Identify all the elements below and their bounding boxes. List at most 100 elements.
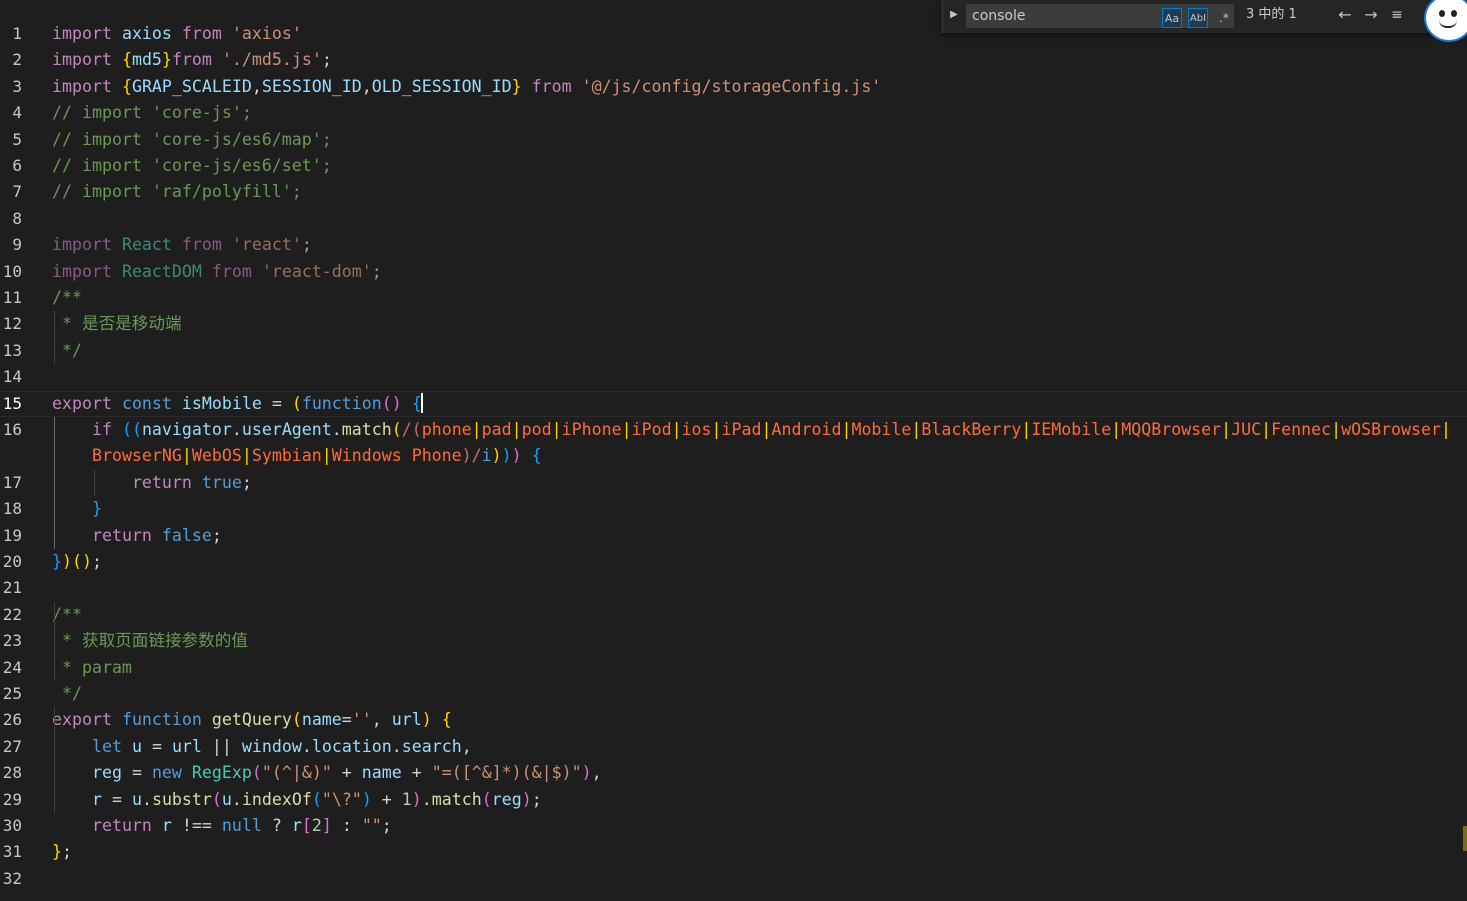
code-text[interactable]: // import 'raf/polyfill'; [52,179,302,205]
code-text[interactable]: * param [52,655,132,681]
code-text[interactable]: /** [52,602,82,628]
code-line[interactable]: 27 let u = url || window.location.search… [0,734,1467,760]
code-text[interactable]: import React from 'react'; [52,232,312,258]
code-line[interactable]: 18 } [0,496,1467,522]
code-line[interactable]: BrowserNG|WebOS|Symbian|Windows Phone)/i… [0,443,1467,469]
line-number[interactable]: 3 [0,74,22,100]
code-line[interactable]: 15 export const isMobile = (function() { [0,391,1467,417]
line-number[interactable]: 7 [0,179,22,205]
code-line[interactable]: 16 if ((navigator.userAgent.match(/(phon… [0,417,1467,443]
code-text[interactable]: if ((navigator.userAgent.match(/(phone|p… [52,417,1451,443]
code-line[interactable]: 14 [0,364,1467,390]
arrow-up-icon[interactable]: ← [1334,4,1356,26]
code-line[interactable]: 3 import {GRAP_SCALEID,SESSION_ID,OLD_SES… [0,74,1467,100]
line-number[interactable]: 20 [0,549,22,575]
code-text[interactable]: } [52,496,102,522]
code-text[interactable]: */ [52,681,82,707]
code-line[interactable]: 9 import React from 'react'; [0,232,1467,258]
code-line[interactable]: 22 /** [0,602,1467,628]
line-number[interactable]: 14 [0,364,22,390]
line-number[interactable]: 16 [0,417,22,443]
line-number[interactable]: 21 [0,575,22,601]
arrow-down-icon[interactable]: → [1360,4,1382,26]
code-text[interactable]: return false; [52,523,222,549]
find-input-value[interactable]: console [972,4,1026,28]
code-line[interactable]: 29 r = u.substr(u.indexOf("\?") + 1).mat… [0,787,1467,813]
line-number[interactable]: 18 [0,496,22,522]
code-text[interactable]: BrowserNG|WebOS|Symbian|Windows Phone)/i… [52,443,542,469]
code-line[interactable]: 5 // import 'core-js/es6/map'; [0,127,1467,153]
code-line[interactable]: 6 // import 'core-js/es6/set'; [0,153,1467,179]
line-number[interactable]: 24 [0,655,22,681]
toggle-replace-chevron-icon[interactable]: ▶ [948,6,960,24]
code-text[interactable]: // import 'core-js/es6/map'; [52,127,332,153]
code-text[interactable]: */ [52,338,82,364]
code-text[interactable]: })(); [52,549,102,575]
code-line[interactable]: 17 return true; [0,470,1467,496]
line-number[interactable]: 31 [0,839,22,865]
code-text[interactable]: export function getQuery(name='', url) { [52,707,452,733]
line-number[interactable]: 30 [0,813,22,839]
line-number[interactable]: 32 [0,866,22,892]
line-number[interactable]: 9 [0,232,22,258]
line-number[interactable]: 26 [0,707,22,733]
code-text[interactable]: r = u.substr(u.indexOf("\?") + 1).match(… [52,787,542,813]
line-number[interactable]: 27 [0,734,22,760]
code-line[interactable]: 31}; [0,839,1467,865]
line-number[interactable]: 2 [0,47,22,73]
code-line[interactable]: 2 import {md5}from './md5.js'; [0,47,1467,73]
code-line[interactable]: 4 // import 'core-js'; [0,100,1467,126]
code-line[interactable]: 21 [0,575,1467,601]
code-line[interactable]: 19 return false; [0,523,1467,549]
line-number[interactable]: 22 [0,602,22,628]
line-number[interactable]: 10 [0,259,22,285]
code-text[interactable]: let u = url || window.location.search, [52,734,472,760]
code-line[interactable]: 20 })(); [0,549,1467,575]
line-number[interactable]: 12 [0,311,22,337]
code-text[interactable]: return r !== null ? r[2] : ""; [52,813,392,839]
code-line[interactable]: 8 [0,206,1467,232]
line-number[interactable]: 13 [0,338,22,364]
regex-toggle[interactable]: .* [1214,8,1234,28]
line-number[interactable]: 1 [0,21,22,47]
code-line[interactable]: 10 import ReactDOM from 'react-dom'; [0,259,1467,285]
code-text[interactable]: // import 'core-js/es6/set'; [52,153,332,179]
code-text[interactable]: * 获取页面链接参数的值 [52,628,248,654]
code-line[interactable]: 23 * 获取页面链接参数的值 [0,628,1467,654]
code-line[interactable]: 28 reg = new RegExp("(^|&)" + name + "=(… [0,760,1467,786]
line-number[interactable]: 4 [0,100,22,126]
line-number[interactable]: 17 [0,470,22,496]
line-number[interactable]: 19 [0,523,22,549]
code-line[interactable]: 12 * 是否是移动端 [0,311,1467,337]
code-text[interactable]: }; [52,839,72,865]
scrollbar-search-marker[interactable] [1463,826,1467,851]
code-line[interactable]: 24 * param [0,655,1467,681]
code-line[interactable]: 13 */ [0,338,1467,364]
code-text[interactable]: import {md5}from './md5.js'; [52,47,332,73]
match-case-toggle[interactable]: Aa [1162,8,1182,28]
code-text[interactable]: /** [52,285,82,311]
line-number[interactable]: 8 [0,206,22,232]
line-number[interactable]: 25 [0,681,22,707]
code-line[interactable]: 7 // import 'raf/polyfill'; [0,179,1467,205]
line-number[interactable]: 28 [0,760,22,786]
code-line[interactable]: 26 export function getQuery(name='', url)… [0,707,1467,733]
line-number[interactable]: 11 [0,285,22,311]
code-line[interactable]: 11 /** [0,285,1467,311]
whole-word-toggle[interactable]: AbI [1188,8,1208,28]
line-number[interactable]: 29 [0,787,22,813]
code-line[interactable]: 25 */ [0,681,1467,707]
find-input[interactable]: console Aa AbI .* [966,4,1234,28]
code-line[interactable]: 30 return r !== null ? r[2] : ""; [0,813,1467,839]
code-text[interactable]: * 是否是移动端 [52,311,182,337]
code-text[interactable]: // import 'core-js'; [52,100,252,126]
code-text[interactable]: import {GRAP_SCALEID,SESSION_ID,OLD_SESS… [52,74,881,100]
line-number[interactable]: 5 [0,127,22,153]
code-line[interactable]: 32 [0,866,1467,892]
line-number[interactable]: 23 [0,628,22,654]
code-text[interactable]: import axios from 'axios' [52,21,302,47]
code-text[interactable]: export const isMobile = (function() { [52,391,423,417]
code-editor[interactable]: 1 import axios from 'axios' 2 import {md5}f… [0,0,1467,901]
line-number[interactable]: 15 [0,391,22,417]
code-text[interactable]: reg = new RegExp("(^|&)" + name + "=([^&… [52,760,602,786]
